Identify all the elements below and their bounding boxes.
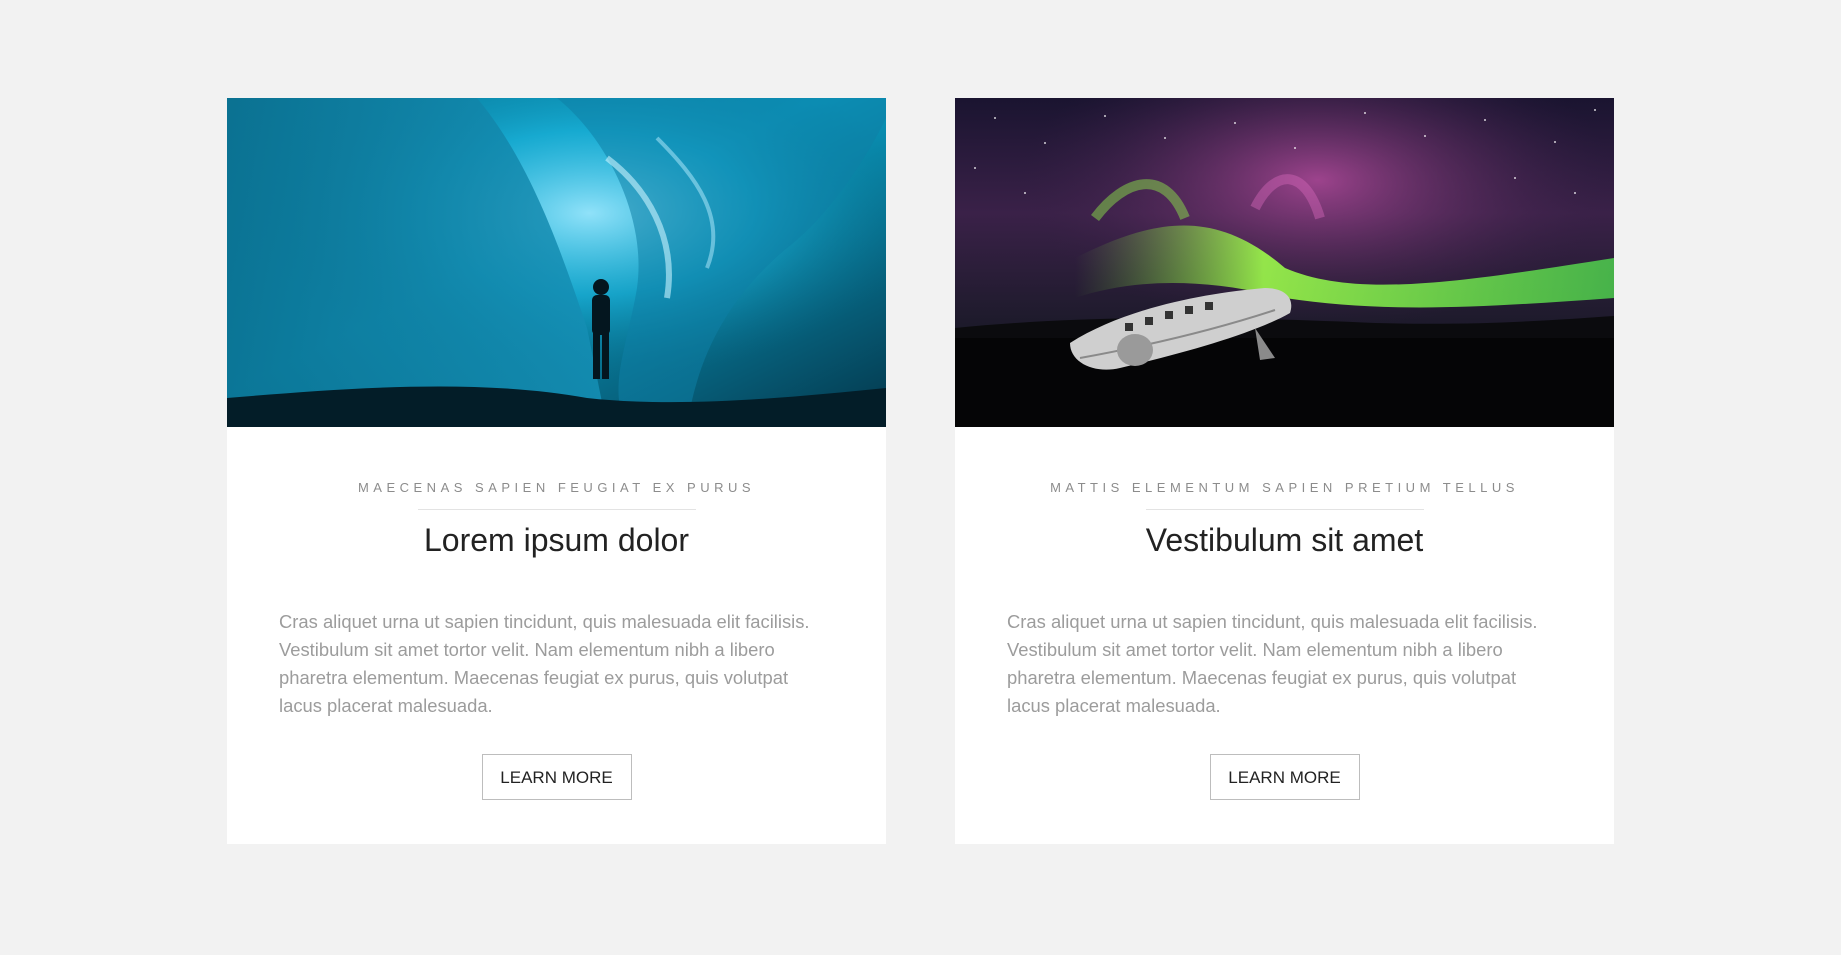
card-divider <box>1145 509 1424 510</box>
learn-more-button[interactable]: LEARN MORE <box>1209 754 1360 800</box>
card-image-aurora <box>955 98 1614 427</box>
learn-more-button[interactable]: LEARN MORE <box>481 754 632 800</box>
card-description: Cras aliquet urna ut sapien tincidunt, q… <box>1007 611 1538 716</box>
card-eyebrow: MAECENAS SAPIEN FEUGIAT EX PURUS <box>357 480 756 495</box>
card-title: Vestibulum sit amet <box>1145 522 1424 558</box>
feature-card: MATTIS ELEMENTUM SAPIEN PRETIUM TELLUS V… <box>955 98 1614 844</box>
card-description: Cras aliquet urna ut sapien tincidunt, q… <box>279 611 810 716</box>
card-image-ice-cave <box>227 98 886 427</box>
feature-card: MAECENAS SAPIEN FEUGIAT EX PURUS Lorem i… <box>227 98 886 844</box>
card-eyebrow: MATTIS ELEMENTUM SAPIEN PRETIUM TELLUS <box>1050 480 1519 495</box>
card-title: Lorem ipsum dolor <box>424 522 689 558</box>
card-divider <box>417 509 696 510</box>
